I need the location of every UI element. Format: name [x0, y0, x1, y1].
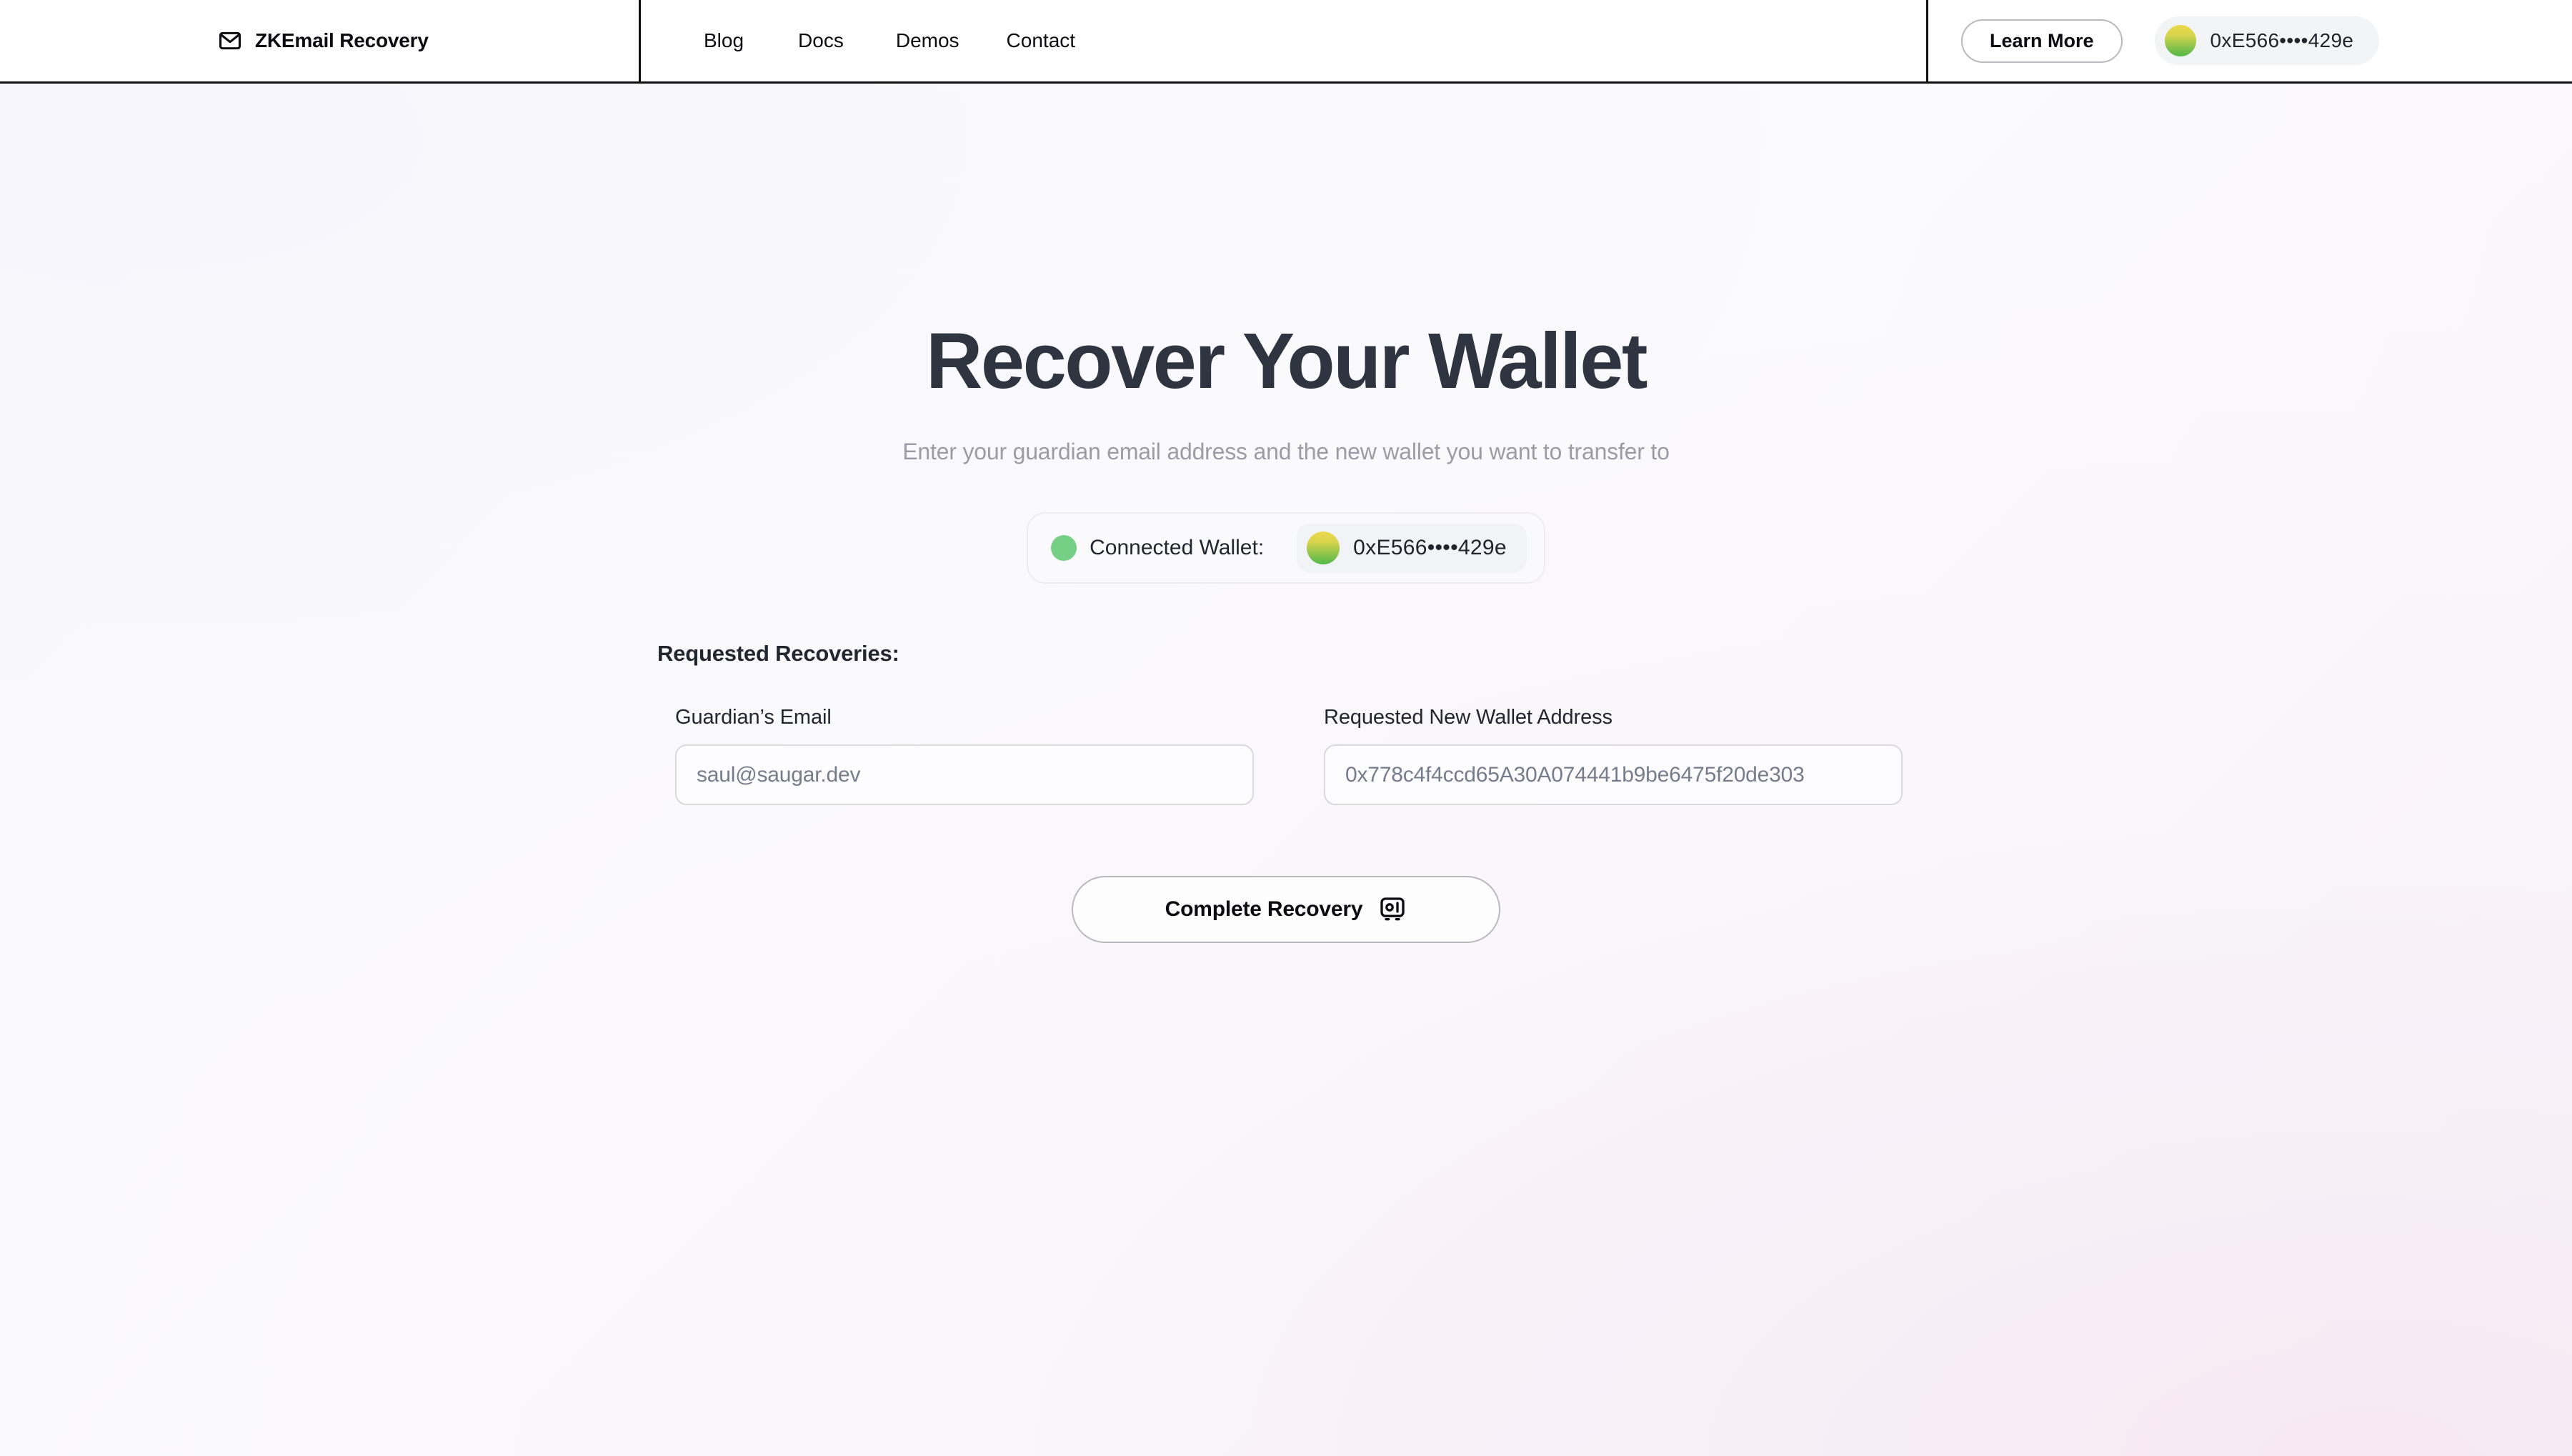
guardian-email-label: Guardian’s Email	[675, 706, 832, 729]
learn-more-button[interactable]: Learn More	[1961, 19, 2123, 63]
requested-recoveries-heading: Requested Recoveries:	[657, 641, 899, 666]
nav-link-contact[interactable]: Contact	[1007, 22, 1076, 59]
new-wallet-address-label: Requested New Wallet Address	[1324, 706, 1613, 729]
page-title: Recover Your Wallet	[925, 317, 1648, 405]
submit-row: Complete Recovery	[657, 876, 1915, 943]
recovery-form: Requested Recoveries: Guardian’s Email R…	[657, 641, 1915, 943]
wallet-avatar	[1307, 532, 1340, 564]
header-nav-section: Blog Docs Demos Contact	[641, 0, 1928, 81]
complete-recovery-label: Complete Recovery	[1165, 897, 1363, 921]
main-content: Recover Your Wallet Enter your guardian …	[0, 84, 2572, 1456]
page-root: ZKEmail Recovery Blog Docs Demos Contact…	[0, 0, 2572, 1456]
connected-wallet-card: Connected Wallet: 0xE566••••429e	[1027, 512, 1545, 584]
envelope-icon	[219, 31, 241, 50]
brand-name: ZKEmail Recovery	[255, 29, 429, 51]
guardian-email-field-group: Guardian’s Email	[675, 706, 1254, 805]
form-fields-row: Guardian’s Email Requested New Wallet Ad…	[657, 706, 1915, 805]
page-subtitle: Enter your guardian email address and th…	[902, 439, 1670, 464]
header-wallet-address: 0xE566••••429e	[2210, 29, 2354, 51]
vault-icon	[1380, 897, 1405, 921]
header-brand-section: ZKEmail Recovery	[0, 0, 641, 81]
brand-logo[interactable]: ZKEmail Recovery	[218, 29, 429, 53]
nav-link-demos[interactable]: Demos	[896, 22, 959, 59]
nav-link-docs[interactable]: Docs	[798, 22, 844, 59]
complete-recovery-button[interactable]: Complete Recovery	[1072, 876, 1500, 943]
connected-wallet-address: 0xE566••••429e	[1353, 536, 1507, 559]
header-wallet-chip[interactable]: 0xE566••••429e	[2154, 16, 2380, 65]
header-actions-section: Learn More 0xE566••••429e	[1928, 0, 2572, 81]
connection-status-dot	[1051, 535, 1077, 561]
new-wallet-address-input[interactable]	[1324, 744, 1903, 805]
connected-wallet-label: Connected Wallet:	[1090, 536, 1265, 559]
wallet-avatar	[2164, 25, 2196, 56]
connected-wallet-chip[interactable]: 0xE566••••429e	[1297, 524, 1527, 572]
site-header: ZKEmail Recovery Blog Docs Demos Contact…	[0, 0, 2572, 84]
main-nav: Blog Docs Demos Contact	[704, 22, 1075, 59]
new-wallet-address-field-group: Requested New Wallet Address	[1324, 706, 1903, 805]
nav-link-blog[interactable]: Blog	[704, 22, 744, 59]
guardian-email-input[interactable]	[675, 744, 1254, 805]
